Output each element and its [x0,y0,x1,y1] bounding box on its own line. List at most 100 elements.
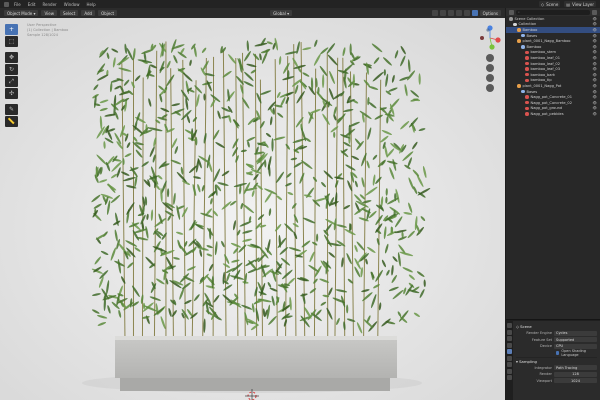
scene-tab-icon[interactable] [507,349,512,354]
measure-icon[interactable]: 📏 [5,116,18,127]
outliner-item-icon [525,67,529,71]
material-tab-icon[interactable] [507,375,512,380]
shading-material-icon[interactable] [463,10,470,16]
options-button[interactable]: Options [479,10,501,16]
menu-help[interactable]: Help [84,2,97,7]
visibility-eye-icon[interactable]: 👁 [593,39,597,43]
properties-editor: ◇ Scene Render Engine Cycles Feature Set… [506,321,600,400]
integrator-select[interactable]: Path Tracing [554,365,597,371]
right-panel: ⌕ Scene Collection 👁 Collection 👁 Bamboo 👁 Bas… [506,8,600,400]
gizmo-y-icon[interactable] [489,44,495,50]
outliner-row-label: Nagg_pot_pebbles [530,111,564,116]
grid-icon[interactable] [486,84,494,92]
menu-file[interactable]: File [12,2,23,7]
visibility-eye-icon[interactable]: 👁 [593,95,597,99]
visibility-eye-icon[interactable]: 👁 [593,90,597,94]
outliner-row-label: plant_0001_Nagg_Bamboo [522,39,571,44]
render-samples-field[interactable]: 128 [554,371,597,377]
camera-icon[interactable] [486,74,494,82]
shading-solid-icon[interactable] [455,10,462,16]
rotate-icon[interactable]: ↻ [5,64,18,75]
transform-icon[interactable]: ✣ [5,88,18,99]
scene-label: Scene [546,1,559,7]
outliner-item-icon [521,89,525,94]
object-tab-icon[interactable] [507,362,512,367]
outliner-row-label: Bases [526,89,538,94]
visibility-eye-icon[interactable]: 👁 [593,17,597,21]
mode-selector[interactable]: Object Mode ▾ [4,10,39,16]
outliner-item-icon [525,95,529,99]
visibility-eye-icon[interactable]: 👁 [593,56,597,60]
render-samples-label: Render [539,372,552,377]
properties-body: ◇ Scene Render Engine Cycles Feature Set… [513,321,600,400]
visibility-eye-icon[interactable]: 👁 [593,84,597,88]
outliner-row-label: bamboo_leaf_03 [530,67,561,72]
render-engine-select[interactable]: Cycles [554,330,597,336]
visibility-eye-icon[interactable]: 👁 [593,67,597,71]
annotate-icon[interactable]: ✎ [5,104,18,115]
overlay-icon[interactable] [431,10,438,16]
visibility-eye-icon[interactable]: 👁 [593,28,597,32]
outliner-search-input[interactable]: ⌕ [516,9,590,15]
visibility-eye-icon[interactable]: 👁 [593,112,597,116]
view-layer-tab-icon[interactable] [507,342,512,348]
feature-set-select[interactable]: Supported [554,337,597,343]
modifier-tab-icon[interactable] [507,368,512,374]
viewport-header: Object Mode ▾ View Select Add Object Glo… [0,8,505,18]
visibility-eye-icon[interactable]: 👁 [593,45,597,49]
visibility-eye-icon[interactable]: 👁 [593,73,597,77]
blender-logo-icon[interactable] [4,1,9,7]
select-box-icon[interactable]: ⬚ [5,36,18,47]
visibility-eye-icon[interactable]: 👁 [593,34,597,38]
outliner-row[interactable]: Nagg_pot_pebbles 👁 [506,111,600,117]
view-layer-selector[interactable]: ▤ View Layer [564,1,596,7]
zoom-icon[interactable] [486,54,494,62]
viewport-info: User Perspective (1) Collection | Bamboo… [27,23,68,38]
visibility-eye-icon[interactable]: 👁 [593,22,597,26]
world-tab-icon[interactable] [507,355,512,361]
filter-icon[interactable] [592,9,597,15]
transform-orientation[interactable]: Global ▾ [270,10,293,16]
cursor-icon[interactable]: + [5,24,18,35]
outliner-editor-icon[interactable] [509,9,514,15]
output-tab-icon[interactable] [507,336,512,341]
view-menu[interactable]: View [41,10,57,16]
tool-shelf: + ⬚ ✥ ↻ ⤢ ✣ ✎ 📏 [5,24,18,127]
outliner-row-label: Bamboo [522,27,538,32]
move-icon[interactable]: ✥ [5,52,18,63]
sampling-panel-header[interactable]: ▾ Sampling [516,357,597,364]
outliner-item-icon [525,56,529,60]
tool-tab-icon[interactable] [507,323,512,328]
visibility-eye-icon[interactable]: 👁 [593,78,597,82]
object-menu[interactable]: Object [98,10,118,16]
osl-checkbox[interactable] [556,351,560,356]
shading-wire-icon[interactable] [447,10,454,16]
layers-icon: ▤ [566,1,571,7]
visibility-eye-icon[interactable]: 👁 [593,62,597,66]
visibility-eye-icon[interactable]: 👁 [593,50,597,54]
menu-edit[interactable]: Edit [26,2,38,7]
shading-rendered-icon[interactable] [471,10,478,16]
xray-icon[interactable] [439,10,446,16]
outliner-item-icon [517,28,521,32]
menu-render[interactable]: Render [40,2,58,7]
viewport-samples-field[interactable]: 1024 [554,378,597,384]
visibility-eye-icon[interactable]: 👁 [593,106,597,110]
render-tab-icon[interactable] [507,329,512,335]
select-menu[interactable]: Select [59,10,79,16]
navigation-gizmo[interactable] [476,22,504,102]
3d-viewport[interactable]: Object Mode ▾ View Select Add Object Glo… [0,8,505,400]
gizmo-x-icon[interactable] [495,37,501,43]
outliner-item-icon [513,22,517,27]
feature-set-label: Feature Set [531,337,552,342]
outliner-row-label: Nagg_pot_ground [530,106,563,111]
scene-selector[interactable]: ◇ Scene [539,1,561,7]
outliner-row-label: Bases [526,33,538,38]
add-menu[interactable]: Add [81,10,96,16]
outliner-row-label: Collection [518,22,537,27]
menu-window[interactable]: Window [62,2,82,7]
scale-icon[interactable]: ⤢ [5,76,18,87]
visibility-eye-icon[interactable]: 👁 [593,101,597,105]
osl-label: Open Shading Language [561,349,586,358]
hand-icon[interactable] [486,64,494,72]
